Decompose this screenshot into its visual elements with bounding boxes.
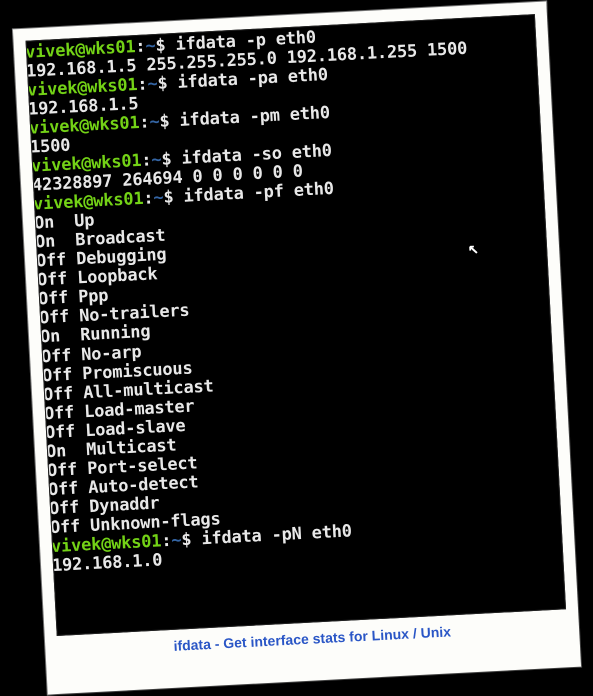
terminal-window[interactable]: vivek@wks01:~$ ifdata -p eth0192.168.1.5… [25, 14, 565, 636]
screenshot-frame: vivek@wks01:~$ ifdata -p eth0192.168.1.5… [12, 1, 580, 694]
prompt-dollar: $ [160, 149, 181, 170]
prompt-dollar: $ [156, 73, 177, 94]
prompt-dollar: $ [154, 35, 175, 56]
prompt-dollar: $ [158, 111, 179, 132]
prompt-dollar: $ [162, 187, 183, 208]
prompt-dollar: $ [180, 529, 201, 550]
